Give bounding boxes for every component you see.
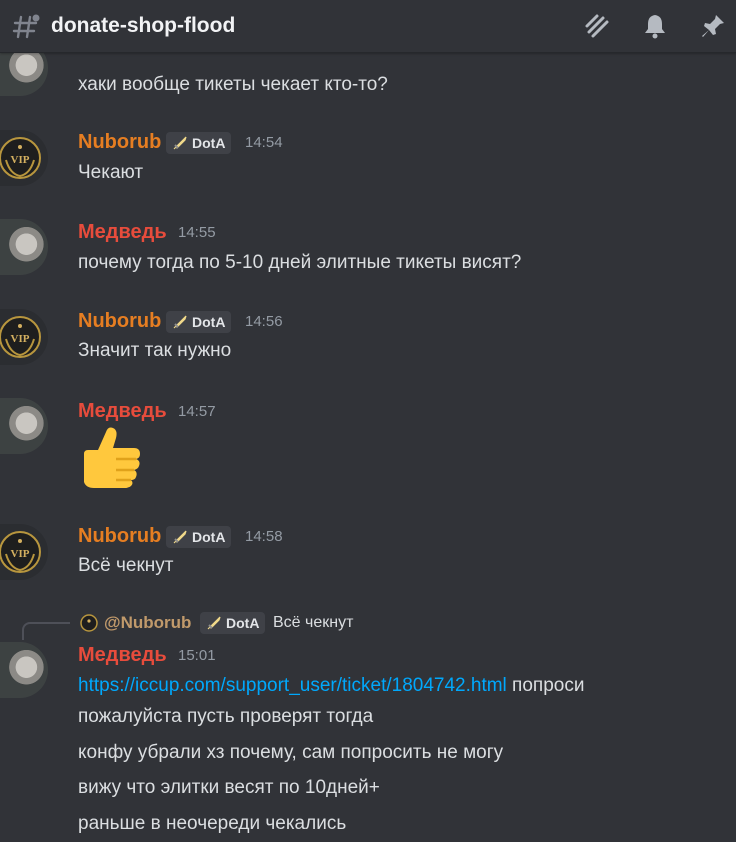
author-name[interactable]: Nuborub — [78, 525, 161, 548]
timestamp: 14:55 — [178, 224, 216, 241]
timestamp: 14:56 — [245, 313, 283, 330]
reply-role-tag[interactable]: DotA — [200, 612, 266, 634]
message-feed: хаки вообще тикеты чекает кто-то? VIP Nu… — [0, 0, 736, 842]
channel-header: donate-shop-flood — [0, 0, 736, 53]
sword-icon — [173, 315, 187, 329]
timestamp: 14:58 — [245, 528, 283, 545]
message-text: https://iccup.com/support_user/ticket/18… — [78, 675, 584, 697]
role-label: DotA — [192, 314, 226, 330]
vip-badge-icon: VIP — [0, 531, 41, 573]
role-tag[interactable]: DotA — [166, 526, 232, 548]
svg-text:VIP: VIP — [11, 548, 30, 560]
svg-text:VIP: VIP — [11, 154, 30, 166]
threads-icon[interactable] — [583, 12, 611, 40]
role-label: DotA — [192, 529, 226, 545]
message-line: пожалуйста пусть проверят тогда — [78, 706, 374, 727]
avatar[interactable] — [0, 219, 48, 275]
role-tag[interactable]: DotA — [166, 132, 232, 154]
role-label: DotA — [192, 135, 226, 151]
svg-text:VIP: VIP — [11, 333, 30, 345]
message-text-after-link: попроси — [506, 675, 585, 696]
ticket-link[interactable]: https://iccup.com/support_user/ticket/18… — [78, 675, 507, 696]
vip-badge-icon: VIP — [0, 316, 41, 358]
author-name[interactable]: Медведь — [78, 221, 167, 244]
timestamp: 14:57 — [178, 403, 216, 420]
message-line: конфу убрали хз почему, сам попросить не… — [78, 742, 504, 763]
author-name[interactable]: Медведь — [78, 400, 167, 423]
reply-connector — [22, 622, 70, 640]
message-text: почему тогда по 5-10 дней элитные тикеты… — [78, 252, 522, 273]
author-name[interactable]: Nuborub — [78, 131, 161, 154]
sword-icon — [207, 616, 221, 630]
avatar[interactable] — [0, 398, 48, 454]
message-text: Чекают — [78, 162, 144, 183]
reply-preview-text[interactable]: Всё чекнут — [273, 614, 353, 632]
message-text: хаки вообще тикеты чекает кто-то? — [78, 74, 388, 95]
avatar[interactable] — [0, 642, 48, 698]
sword-icon — [173, 530, 187, 544]
channel-title: donate-shop-flood — [51, 14, 236, 37]
sword-icon — [173, 136, 187, 150]
author-name[interactable]: Nuborub — [78, 310, 161, 333]
timestamp: 14:54 — [245, 134, 283, 151]
role-tag[interactable]: DotA — [166, 311, 232, 333]
vip-badge-icon: VIP — [0, 137, 41, 179]
avatar[interactable]: VIP — [0, 309, 48, 365]
avatar[interactable]: VIP — [0, 524, 48, 580]
hash-icon — [12, 14, 40, 39]
thumbs-up-emoji[interactable] — [78, 424, 144, 490]
avatar[interactable]: VIP — [0, 130, 48, 186]
message-text: Значит так нужно — [78, 340, 232, 361]
timestamp: 15:01 — [178, 647, 216, 664]
reply-author[interactable]: @Nuborub — [104, 613, 191, 633]
message-line: вижу что элитки весят по 10дней+ — [78, 777, 380, 798]
author-name[interactable]: Медведь — [78, 644, 167, 667]
role-label: DotA — [226, 615, 260, 631]
message-line: раньше в неочереди чекались — [78, 813, 347, 834]
pin-icon[interactable] — [699, 12, 727, 40]
message-text: Всё чекнут — [78, 555, 174, 576]
bell-icon[interactable] — [641, 12, 669, 40]
reply-avatar-icon[interactable] — [80, 614, 98, 632]
